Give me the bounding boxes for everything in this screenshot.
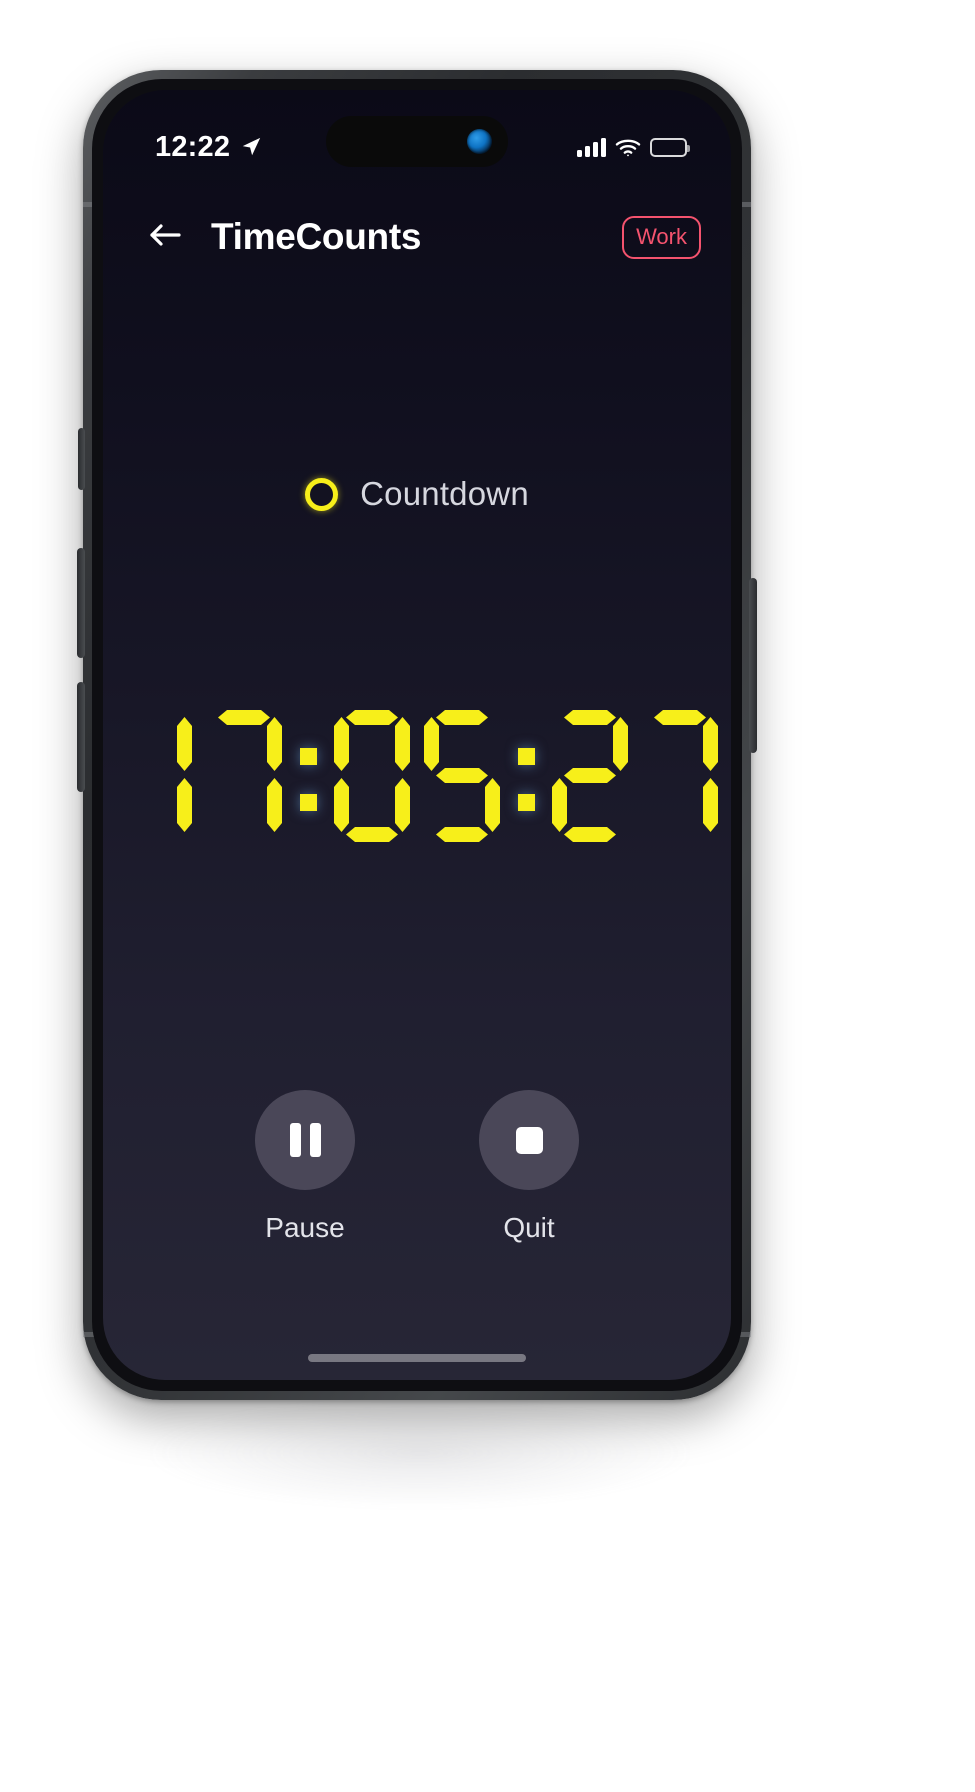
timer-colon bbox=[293, 710, 323, 842]
timer-mode-label: Countdown bbox=[360, 475, 529, 512]
pause-button-label: Pause bbox=[265, 1212, 345, 1243]
countdown-display bbox=[103, 710, 731, 842]
timer-mode-row: Countdown bbox=[103, 475, 731, 513]
home-indicator[interactable] bbox=[308, 1354, 526, 1362]
timer-colon bbox=[511, 710, 541, 842]
cellular-signal-icon bbox=[577, 137, 606, 157]
timer-digit bbox=[115, 710, 193, 842]
timer-digit bbox=[551, 710, 629, 842]
page-title: TimeCounts bbox=[211, 216, 422, 257]
pause-button[interactable] bbox=[255, 1090, 355, 1190]
volume-down-button[interactable] bbox=[77, 682, 85, 792]
quit-button[interactable] bbox=[479, 1090, 579, 1190]
ring-circle-icon bbox=[305, 477, 339, 511]
timer-digit bbox=[333, 710, 411, 842]
power-button[interactable] bbox=[749, 578, 757, 753]
timer-digit bbox=[423, 710, 501, 842]
pause-control: Pause bbox=[255, 1090, 355, 1244]
battery-full-icon bbox=[650, 137, 690, 157]
app-header: TimeCounts Work bbox=[103, 198, 731, 276]
silent-switch-button[interactable] bbox=[78, 428, 85, 490]
phone-screen: 12:22 TimeCounts Work Countdown Pause Qu… bbox=[103, 90, 731, 1380]
status-bar-clock: 12:22 bbox=[155, 130, 231, 163]
timer-controls: Pause Quit bbox=[103, 1090, 731, 1244]
location-arrow-icon bbox=[240, 136, 262, 158]
stop-square-icon bbox=[515, 1126, 543, 1154]
timer-digit bbox=[205, 710, 283, 842]
work-mode-badge[interactable]: Work bbox=[622, 215, 701, 259]
dynamic-island bbox=[326, 116, 508, 167]
phone-drop-shadow bbox=[150, 1398, 690, 1508]
back-button[interactable] bbox=[141, 213, 189, 261]
quit-button-label: Quit bbox=[503, 1212, 555, 1243]
phone-device-frame: 12:22 TimeCounts Work Countdown Pause Qu… bbox=[77, 70, 757, 1400]
timer-digit bbox=[641, 710, 719, 842]
status-bar-right bbox=[577, 137, 690, 157]
screenshot-canvas: 12:22 TimeCounts Work Countdown Pause Qu… bbox=[0, 0, 975, 1792]
status-bar-left: 12:22 bbox=[155, 131, 262, 164]
wifi-icon bbox=[615, 138, 641, 157]
front-camera-icon bbox=[467, 129, 492, 154]
quit-control: Quit bbox=[479, 1090, 579, 1244]
seven-segment-timer bbox=[109, 710, 725, 842]
pause-icon bbox=[289, 1123, 321, 1157]
arrow-left-icon bbox=[148, 220, 182, 255]
volume-up-button[interactable] bbox=[77, 548, 85, 658]
